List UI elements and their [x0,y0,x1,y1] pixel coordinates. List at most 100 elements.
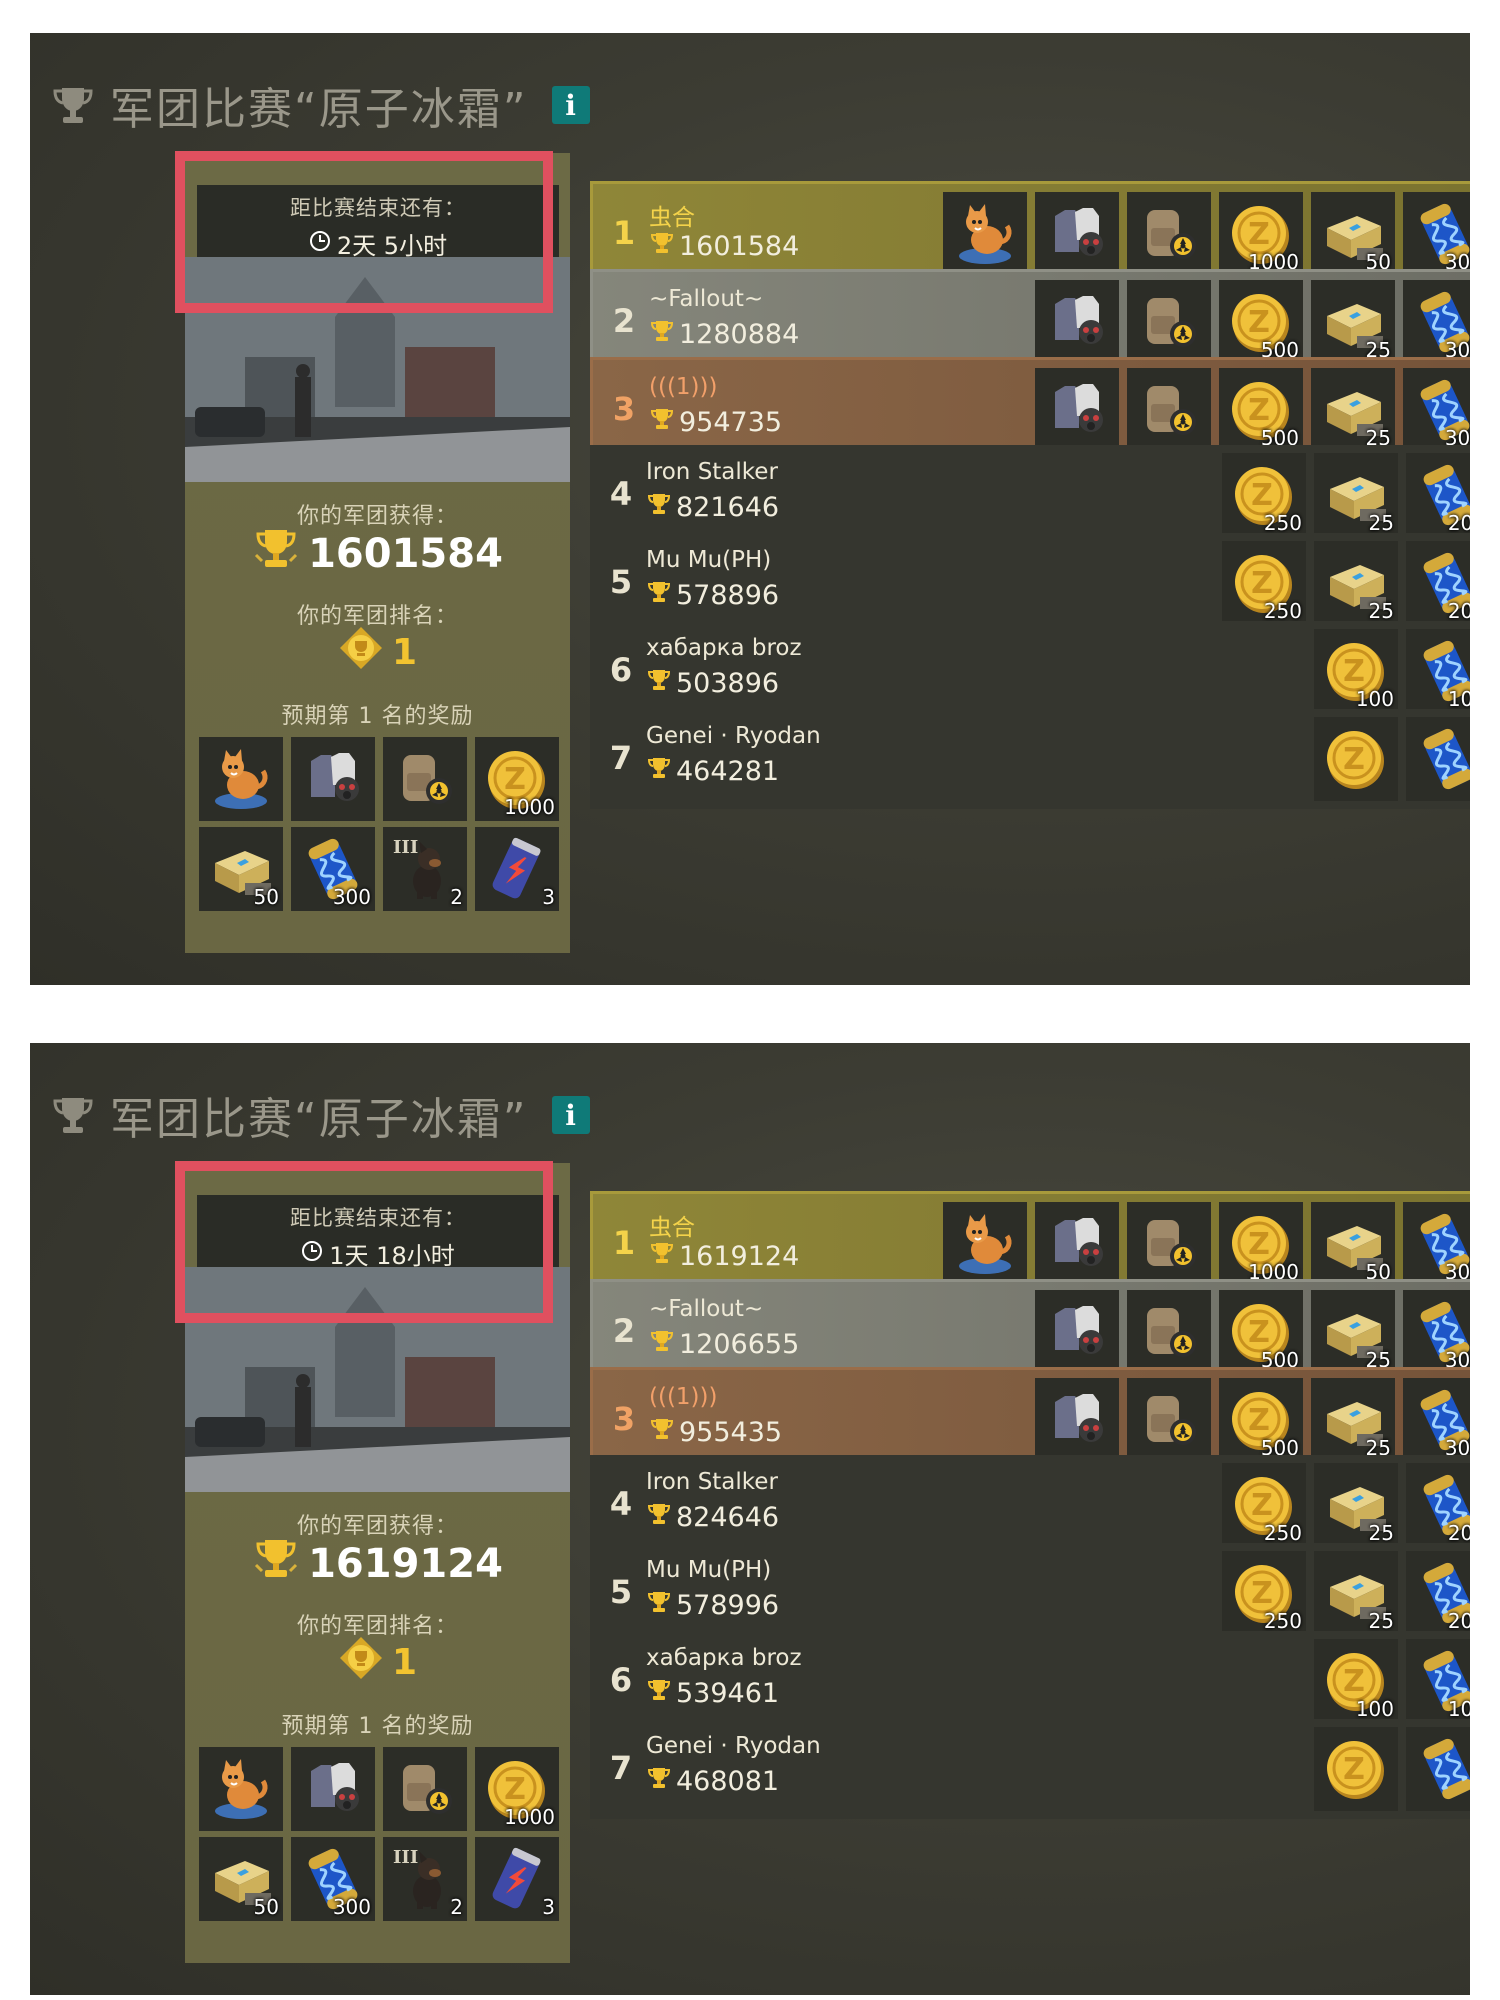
dna-capsule-reward-slot[interactable] [1406,717,1470,801]
row-reward-list: Z100050300 [935,192,1470,276]
gold-coin-reward-slot[interactable]: Z 500 [1219,1290,1303,1374]
leaderboard-row[interactable]: 6хабарка broz539461Z100100 [590,1631,1470,1731]
supply-crate-reward-slot[interactable]: 25 [1311,1378,1395,1462]
supply-crate-reward-slot[interactable]: 25 [1311,280,1395,364]
dna-capsule-reward-slot[interactable]: 200 [1406,1551,1470,1635]
gold-coin-reward-slot[interactable]: Z 1000 [475,1747,559,1831]
svg-text:Z: Z [1248,1403,1270,1438]
vest-gasmask-reward-slot[interactable] [1035,280,1119,364]
dna-capsule-reward-slot[interactable]: 300 [1403,192,1470,276]
vest-gasmask-reward-slot[interactable] [1035,1378,1119,1462]
info-button[interactable]: i [551,1096,590,1134]
supply-crate-reward-slot[interactable]: 25 [1314,1463,1398,1547]
legion-score: 955435 [649,1416,782,1449]
supply-crate-reward-slot[interactable]: 25 [1311,1290,1395,1374]
dog-reward-slot[interactable]: III 2 [383,1837,467,1921]
gold-coin-reward-slot[interactable]: Z 250 [1222,1463,1306,1547]
vest-gasmask-reward-slot[interactable] [291,1747,375,1831]
dna-capsule-reward-slot[interactable]: 200 [1406,541,1470,625]
supply-crate-reward-slot[interactable]: 50 [1311,192,1395,276]
backpack-radiation-reward-slot[interactable] [383,737,467,821]
gold-coin-reward-slot[interactable]: Z 250 [1222,1551,1306,1635]
supply-crate-reward-slot[interactable]: 25 [1314,541,1398,625]
leaderboard-row[interactable]: 1 虫合1619124 Z100050300 [590,1191,1470,1291]
leaderboard[interactable]: 1虫合1601584Z1000503002~Fallout~1280884Z50… [590,181,1470,953]
vest-gasmask-reward-slot[interactable] [291,737,375,821]
gold-coin-reward-slot[interactable]: Z [1314,1727,1398,1811]
dog-reward-slot[interactable]: III 2 [383,827,467,911]
vest-gasmask-reward-slot[interactable] [1035,192,1119,276]
backpack-radiation-reward-slot[interactable] [1127,192,1211,276]
expected-reward-grid: Z 1000 50 300 III 2 3 [199,1747,559,1921]
backpack-radiation-reward-slot[interactable] [1127,1202,1211,1286]
dna-capsule-reward-slot[interactable] [1406,1727,1470,1811]
gold-coin-reward-slot[interactable]: Z 100 [1314,1639,1398,1723]
energy-can-reward-slot[interactable]: 3 [475,1837,559,1921]
backpack-radiation-reward-slot[interactable] [1127,280,1211,364]
gold-coin-reward-slot[interactable]: Z 1000 [475,737,559,821]
dna-capsule-reward-slot[interactable]: 300 [1403,368,1470,452]
leaderboard-row[interactable]: 4 Iron Stalker 821646 Z250 25 200 [590,445,1470,545]
dna-capsule-reward-slot[interactable]: 300 [1403,1202,1470,1286]
dna-capsule-reward-slot[interactable]: 100 [1406,629,1470,713]
leaderboard-row[interactable]: 7 Genei · Ryodan 464281 Z [590,709,1470,809]
rank-number: 6 [609,651,633,689]
supply-crate-reward-slot[interactable]: 25 [1311,368,1395,452]
cat-reward-slot[interactable] [943,192,1027,276]
energy-can-reward-slot[interactable]: 3 [475,827,559,911]
legion-score-value: 955435 [679,1417,783,1448]
leaderboard-row[interactable]: 6хабарка broz503896Z100100 [590,621,1470,721]
vest-gasmask-reward-slot[interactable] [1035,368,1119,452]
cat-reward-slot[interactable] [199,737,283,821]
info-button[interactable]: i [551,86,590,124]
gold-coin-reward-slot[interactable]: Z 1000 [1219,1202,1303,1286]
backpack-radiation-reward-slot[interactable] [1127,1378,1211,1462]
leaderboard-row[interactable]: 3 (((1))) 954735 Z50025300 [590,357,1470,457]
backpack-radiation-reward-slot[interactable] [1127,1290,1211,1374]
reward-quantity: 100 [1355,687,1394,711]
supply-crate-reward-slot[interactable]: 25 [1314,453,1398,537]
leaderboard-row[interactable]: 3 (((1))) 955435 Z50025300 [590,1367,1470,1467]
leaderboard-row[interactable]: 5 Mu Mu(PH) 578896 Z250 25 200 [590,533,1470,633]
dna-capsule-reward-slot[interactable]: 200 [1406,453,1470,537]
supply-crate-reward-slot[interactable]: 50 [1311,1202,1395,1286]
gold-coin-reward-slot[interactable]: Z 500 [1219,1378,1303,1462]
dna-capsule-reward-slot[interactable]: 300 [291,827,375,911]
dna-capsule-reward-slot[interactable]: 300 [1403,1290,1470,1374]
cat-reward-slot[interactable] [943,1202,1027,1286]
backpack-radiation-reward-slot[interactable] [383,1747,467,1831]
gold-coin-reward-slot[interactable]: Z 100 [1314,629,1398,713]
legion-rank-value: 1 [391,632,418,673]
leaderboard-row[interactable]: 4 Iron Stalker 824646 Z250 25 200 [590,1455,1470,1555]
legion-summary-panel: 距比赛结束还有： 2天 5小时 你的军团获得： 1601584 你的军团排名： 1 预期第 … [175,151,570,953]
trophy-icon [50,82,96,128]
leaderboard-row[interactable]: 7 Genei · Ryodan 468081 Z [590,1719,1470,1819]
dna-capsule-reward-slot[interactable]: 300 [1403,280,1470,364]
supply-crate-reward-slot[interactable]: 50 [199,827,283,911]
dna-capsule-reward-slot[interactable]: 300 [291,1837,375,1921]
svg-text:Z: Z [1248,217,1270,252]
gold-coin-reward-slot[interactable]: Z 1000 [1219,192,1303,276]
gold-coin-reward-slot[interactable]: Z 250 [1222,453,1306,537]
backpack-radiation-reward-slot[interactable] [1127,368,1211,452]
vest-gasmask-reward-slot[interactable] [1035,1202,1119,1286]
leaderboard-row[interactable]: 1 虫合1601584 Z100050300 [590,181,1470,281]
supply-crate-reward-slot[interactable]: 25 [1314,1551,1398,1635]
gold-coin-reward-slot[interactable]: Z 250 [1222,541,1306,625]
cat-reward-slot[interactable] [199,1747,283,1831]
legion-name: Genei · Ryodan [646,723,821,749]
gold-coin-reward-slot[interactable]: Z 500 [1219,368,1303,452]
dna-capsule-reward-slot[interactable]: 100 [1406,1639,1470,1723]
leaderboard-row[interactable]: 5 Mu Mu(PH) 578996 Z250 25 200 [590,1543,1470,1643]
dna-capsule-reward-slot[interactable]: 300 [1403,1378,1470,1462]
dna-capsule-reward-slot[interactable]: 200 [1406,1463,1470,1547]
leaderboard[interactable]: 1虫合1619124Z1000503002~Fallout~1206655Z50… [590,1191,1470,1963]
gold-coin-reward-slot[interactable]: Z [1314,717,1398,801]
svg-text:Z: Z [1251,1488,1273,1523]
gold-coin-reward-slot[interactable]: Z 500 [1219,280,1303,364]
leaderboard-row[interactable]: 2 ~Fallout~ 1206655 Z50025300 [590,1279,1470,1379]
leaderboard-row[interactable]: 2 ~Fallout~ 1280884 Z50025300 [590,269,1470,369]
supply-crate-reward-slot[interactable]: 50 [199,1837,283,1921]
row-reward-list: Z [1306,717,1470,801]
vest-gasmask-reward-slot[interactable] [1035,1290,1119,1374]
